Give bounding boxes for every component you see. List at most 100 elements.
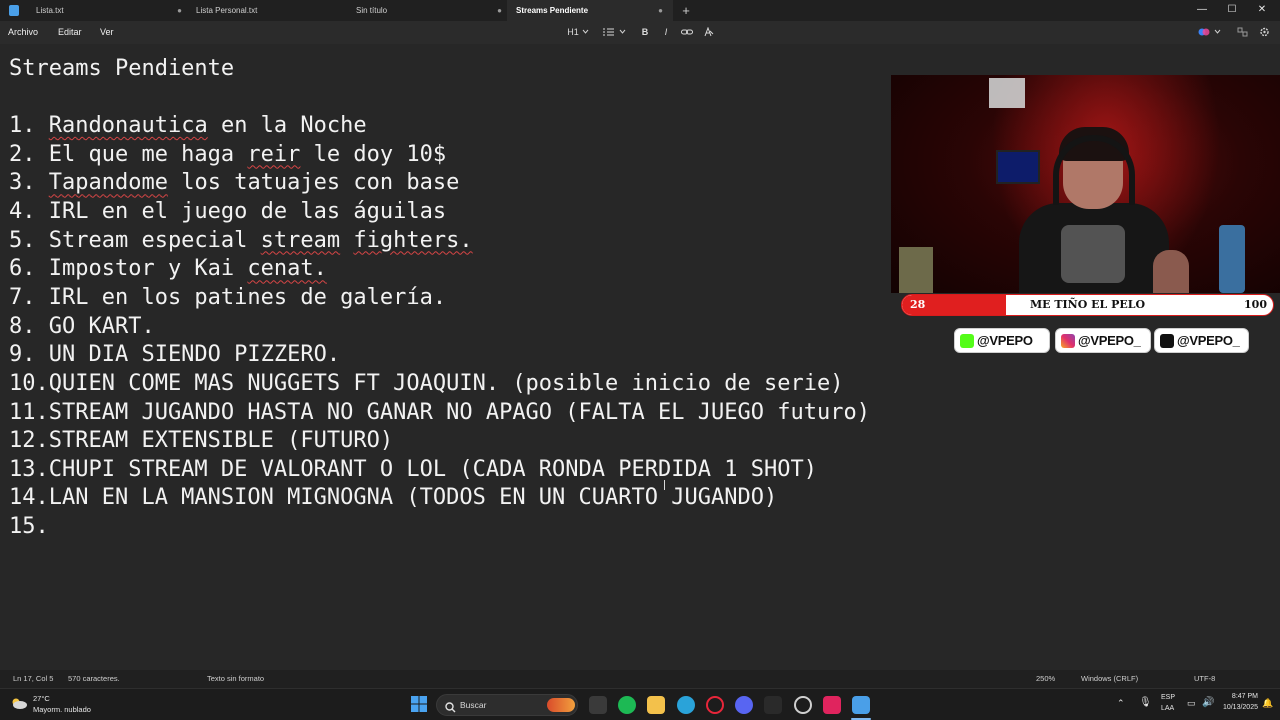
unsaved-dot-icon[interactable]: ● — [497, 0, 502, 21]
microphone-icon[interactable]: 🎙 — [1139, 697, 1152, 708]
social-tiktok: @VPEPO_ — [1154, 328, 1249, 353]
chevron-down-icon[interactable] — [1214, 21, 1222, 44]
copilot-icon[interactable] — [1198, 21, 1212, 44]
spelling-error[interactable]: Tapandome — [49, 170, 168, 195]
chevron-up-icon[interactable]: ⌃ — [1117, 698, 1125, 709]
windows-start-icon[interactable] — [411, 696, 429, 714]
tab-label: Lista Personal.txt — [196, 6, 258, 15]
line-ending[interactable]: Windows (CRLF) — [1081, 670, 1138, 688]
app-g-icon[interactable] — [764, 696, 782, 714]
clock-date[interactable]: 10/13/2025 — [1218, 704, 1258, 711]
network-icon[interactable]: ▭ — [1187, 698, 1196, 709]
document-line: 13.CHUPI STREAM DE VALORANT O LOL (CADA … — [9, 456, 817, 482]
document-line: 12.STREAM EXTENSIBLE (FUTURO) — [9, 428, 394, 454]
cursor-position: Ln 17, Col 5 — [13, 674, 54, 683]
spelling-error[interactable]: stream — [261, 228, 340, 253]
discord-icon[interactable] — [735, 696, 753, 714]
list-icon[interactable] — [603, 21, 615, 44]
water-bottle — [1219, 225, 1245, 293]
maximize-button[interactable]: ☐ — [1220, 0, 1244, 21]
document-line: 3. Tapandome los tatuajes con base — [9, 170, 460, 196]
document-line: 15. — [9, 514, 49, 540]
weather-cloud-icon[interactable] — [10, 696, 28, 712]
taskbar: 27°C Mayorm. nublado Buscar ⌃ 🎙 ESP LAA … — [0, 688, 1280, 720]
heading-button[interactable]: H1 — [566, 21, 580, 44]
status-bar: Ln 17, Col 5 570 caracteres. Texto sin f… — [0, 670, 1280, 688]
monitor — [996, 150, 1040, 184]
bold-button[interactable]: B — [640, 21, 650, 44]
clock-time[interactable]: 8:47 PM — [1218, 693, 1258, 700]
tiktok-app-icon[interactable] — [823, 696, 841, 714]
document-line: 6. Impostor y Kai cenat. — [9, 256, 327, 282]
spelling-error[interactable]: cenat. — [247, 256, 326, 281]
notification-bell-icon[interactable]: 🔔 — [1262, 698, 1273, 709]
document-line: 11.STREAM JUGANDO HASTA NO GANAR NO APAG… — [9, 399, 870, 425]
telegram-icon[interactable] — [677, 696, 695, 714]
spotify-icon[interactable] — [618, 696, 636, 714]
document-line: 1. Randonautica en la Noche — [9, 113, 367, 138]
gear-icon[interactable] — [1259, 21, 1271, 44]
social-instagram: @VPEPO_ — [1055, 328, 1151, 353]
headset-icon — [1053, 135, 1135, 205]
document-line: 14.LAN EN LA MANSION MIGNOGNA (TODOS EN … — [9, 485, 778, 511]
goal-max: 100 — [1244, 298, 1267, 311]
tab-lista[interactable]: Lista.txt ● — [36, 0, 182, 21]
new-tab-button[interactable]: + — [680, 0, 692, 21]
webcam-feed — [891, 75, 1280, 293]
document-line: 5. Stream especial stream fighters. — [9, 227, 473, 253]
spelling-error[interactable]: Randonautica — [49, 113, 208, 138]
social-handle: @VPEPO — [977, 333, 1033, 348]
spelling-error[interactable]: fighters. — [353, 228, 472, 253]
menu-editar[interactable]: Editar — [58, 21, 82, 44]
minimize-button[interactable]: — — [1190, 0, 1214, 21]
chatgpt-icon[interactable] — [794, 696, 812, 714]
notepad-taskbar-icon[interactable] — [852, 696, 870, 714]
search-icon — [445, 700, 456, 718]
search-placeholder: Buscar — [460, 700, 487, 710]
document-line: 8. GO KART. — [9, 313, 155, 339]
italic-button[interactable]: I — [661, 21, 671, 44]
weather-desc: Mayorm. nublado — [33, 705, 91, 714]
format-indicator[interactable]: Texto sin formato — [207, 670, 264, 688]
tab-streams-pendiente[interactable]: Streams Pendiente ● — [507, 0, 673, 21]
encoding[interactable]: UTF-8 — [1194, 670, 1215, 688]
donation-goal-bar: ME TIÑO EL PELO 28 100 — [901, 294, 1274, 316]
volume-icon[interactable]: 🔊 — [1202, 697, 1214, 708]
goal-title: ME TIÑO EL PELO — [1029, 298, 1146, 311]
goal-current: 28 — [910, 298, 926, 311]
spelling-error[interactable]: reir — [247, 142, 300, 167]
close-window-button[interactable]: ✕ — [1250, 0, 1274, 21]
menu-ver[interactable]: Ver — [100, 21, 114, 44]
clear-format-icon[interactable] — [703, 21, 715, 44]
menu-bar: Archivo Editar Ver H1 B I — [0, 21, 1280, 44]
chevron-down-icon[interactable] — [582, 21, 590, 44]
zoom-level[interactable]: 250% — [1036, 670, 1055, 688]
tiktok-icon — [1160, 334, 1174, 348]
social-handle: @VPEPO_ — [1177, 333, 1240, 348]
opera-icon[interactable] — [706, 696, 724, 714]
unsaved-dot-icon[interactable]: ● — [658, 0, 663, 21]
link-icon[interactable] — [681, 21, 695, 44]
weather-temp: 27°C — [33, 694, 50, 703]
tab-lista-personal[interactable]: Lista Personal.txt — [196, 0, 342, 21]
social-handle: @VPEPO_ — [1078, 333, 1141, 348]
unsaved-dot-icon[interactable]: ● — [177, 0, 182, 21]
language-bottom[interactable]: LAA — [1161, 705, 1174, 712]
notepad-icon — [9, 5, 19, 16]
shirt-print — [1061, 225, 1125, 283]
search-highlight-icon — [547, 698, 575, 712]
language-top[interactable]: ESP — [1161, 694, 1175, 701]
task-view-icon[interactable] — [589, 696, 607, 714]
chevron-down-icon[interactable] — [619, 21, 627, 44]
cereal-box — [899, 247, 933, 293]
tab-sin-titulo[interactable]: Sin título ● — [356, 0, 502, 21]
tab-label: Streams Pendiente — [516, 6, 589, 15]
tattooed-arm — [1153, 250, 1189, 293]
file-explorer-icon[interactable] — [647, 696, 665, 714]
menu-archivo[interactable]: Archivo — [8, 21, 38, 44]
document-line: 10.QUIEN COME MAS NUGGETS FT JOAQUIN. (p… — [9, 370, 844, 396]
document-line: 4. IRL en el juego de las águilas — [9, 198, 447, 224]
taskbar-search[interactable]: Buscar — [436, 694, 578, 716]
tab-label: Sin título — [356, 6, 388, 15]
extensions-icon[interactable] — [1237, 21, 1249, 44]
